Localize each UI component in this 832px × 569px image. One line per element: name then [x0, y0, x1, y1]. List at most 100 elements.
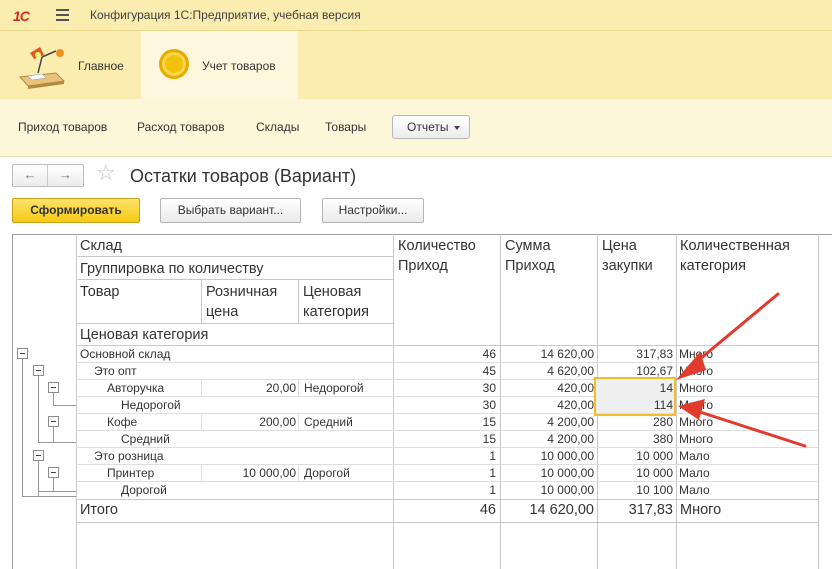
header-grouping: Группировка по количеству	[80, 261, 264, 277]
command-goods-expense[interactable]: Расход товаров	[137, 120, 225, 134]
row-qty: 1	[489, 449, 496, 463]
row-qty-category: Много	[679, 398, 714, 412]
row-name: Это розница	[94, 449, 164, 463]
collapse-icon[interactable]	[48, 467, 59, 478]
row-line	[76, 413, 818, 414]
row-qty-category: Много	[679, 415, 714, 429]
settings-button[interactable]: Настройки...	[322, 198, 424, 223]
grid-line	[76, 279, 393, 280]
row-line	[76, 447, 818, 448]
row-qty: 30	[482, 398, 496, 412]
tree-line	[53, 405, 76, 406]
row-sum: 4 200,00	[547, 415, 594, 429]
grid-line	[76, 522, 818, 523]
grid-line	[676, 234, 677, 569]
forward-arrow-icon[interactable]: →	[48, 165, 83, 186]
header-sum-in-2: Приход	[505, 258, 555, 274]
header-price-category-1: Ценовая	[303, 284, 362, 300]
collapse-icon[interactable]	[48, 382, 59, 393]
1c-logo: 1С	[13, 8, 30, 24]
header-price-category-group: Ценовая категория	[80, 327, 209, 343]
row-retail-price: 10 000,00	[242, 466, 296, 480]
grid-line	[76, 323, 393, 324]
row-sum: 420,00	[557, 381, 594, 395]
section-goods-accounting[interactable]: Учет товаров	[141, 31, 298, 99]
row-price-category: Средний	[304, 415, 353, 429]
header-purchase-price-1: Цена	[602, 238, 637, 254]
header-sum-in-1: Сумма	[505, 238, 551, 254]
grid-line	[76, 345, 818, 346]
row-name: Принтер	[107, 466, 155, 480]
collapse-icon[interactable]	[17, 348, 28, 359]
row-name: Основной склад	[80, 347, 171, 361]
header-purchase-price-2: закупки	[602, 258, 653, 274]
sections-panel: Главное Учет товаров	[0, 31, 832, 99]
row-qty-category: Мало	[679, 449, 710, 463]
row-name: Кофе	[107, 415, 138, 429]
row-qty: 1	[489, 466, 496, 480]
row-line	[76, 481, 818, 482]
row-sum: 420,00	[557, 398, 594, 412]
tree-line	[38, 442, 76, 443]
row-name: Недорогой	[121, 398, 181, 412]
row-sum: 14 620,00	[540, 347, 594, 361]
tree-line	[53, 478, 54, 491]
section-home-label: Главное	[78, 59, 124, 73]
row-qty-category: Много	[679, 432, 714, 446]
row-retail-price: 200,00	[259, 415, 296, 429]
header-price-category-2: категория	[303, 304, 370, 320]
main-menu-icon[interactable]	[56, 9, 69, 24]
coin-icon	[159, 49, 189, 79]
grid-line	[298, 279, 299, 323]
grid-line	[76, 256, 393, 257]
total-sum: 14 620,00	[529, 502, 594, 518]
row-qty-category: Мало	[679, 483, 710, 497]
collapse-icon[interactable]	[33, 450, 44, 461]
collapse-icon[interactable]	[48, 416, 59, 427]
generate-button[interactable]: Сформировать	[12, 198, 140, 223]
reports-dropdown[interactable]: Отчеты	[392, 115, 470, 139]
grid-line	[76, 234, 77, 569]
command-warehouses[interactable]: Склады	[256, 120, 299, 134]
total-label: Итого	[80, 502, 118, 518]
section-goods-label: Учет товаров	[202, 59, 276, 73]
collapse-icon[interactable]	[33, 365, 44, 376]
command-goods-receipt[interactable]: Приход товаров	[18, 120, 107, 134]
chevron-down-icon	[454, 126, 460, 130]
select-variant-button[interactable]: Выбрать вариант...	[160, 198, 301, 223]
header-warehouse: Склад	[80, 238, 122, 254]
tree-line	[53, 427, 54, 443]
row-sum: 4 620,00	[547, 364, 594, 378]
row-retail-price: 20,00	[265, 381, 296, 395]
row-purchase-price: 14	[659, 381, 673, 395]
row-sum: 10 000,00	[540, 466, 594, 480]
total-price: 317,83	[628, 502, 673, 518]
row-sum: 10 000,00	[540, 483, 594, 497]
row-line	[298, 465, 299, 481]
total-qty: 46	[479, 502, 496, 518]
row-qty-category: Много	[679, 347, 714, 361]
row-purchase-price: 10 000	[636, 449, 673, 463]
command-products[interactable]: Товары	[325, 120, 366, 134]
grid-line	[76, 499, 818, 500]
row-sum: 4 200,00	[547, 432, 594, 446]
row-qty: 46	[482, 347, 496, 361]
header-retail-price-1: Розничная	[206, 284, 278, 300]
reports-label: Отчеты	[407, 120, 449, 134]
back-arrow-icon[interactable]: ←	[13, 165, 48, 186]
row-qty: 45	[482, 364, 496, 378]
row-qty: 15	[482, 415, 496, 429]
row-qty: 30	[482, 381, 496, 395]
tree-line	[38, 376, 39, 443]
row-purchase-price: 317,83	[636, 347, 673, 361]
row-sum: 10 000,00	[540, 449, 594, 463]
row-line	[298, 380, 299, 396]
row-line	[76, 396, 818, 397]
row-line	[76, 362, 818, 363]
section-home[interactable]: Главное	[0, 31, 141, 99]
favorite-star-icon[interactable]: ☆	[96, 160, 116, 186]
header-qty-in-1: Количество	[398, 238, 476, 254]
tree-line	[38, 491, 76, 492]
row-purchase-price: 10 100	[636, 483, 673, 497]
row-purchase-price: 114	[653, 398, 673, 412]
